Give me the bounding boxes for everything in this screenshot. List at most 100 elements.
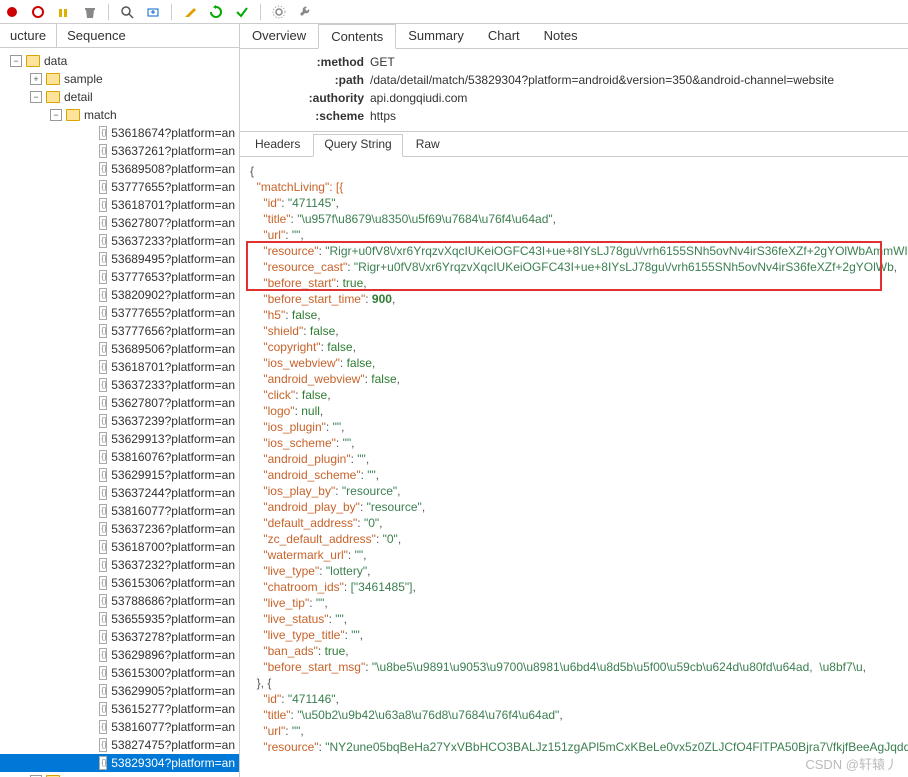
json-line: "android_play_by": "resource",: [250, 499, 898, 515]
settings-icon[interactable]: [271, 4, 287, 20]
tree-row[interactable]: 53689508?platform=an: [0, 160, 239, 178]
json-line: "android_plugin": "",: [250, 451, 898, 467]
summary-key: :authority: [240, 89, 370, 107]
tree-row[interactable]: 53829304?platform=an: [0, 754, 239, 772]
tree-row[interactable]: 53816077?platform=an: [0, 718, 239, 736]
tree-row[interactable]: 53629913?platform=an: [0, 430, 239, 448]
tab-chart[interactable]: Chart: [476, 24, 532, 48]
json-line: "ios_webview": false,: [250, 355, 898, 371]
summary-key: :path: [240, 71, 370, 89]
json-body[interactable]: { "matchLiving": [{ "id": "471145", "tit…: [240, 157, 908, 777]
check-icon[interactable]: [234, 4, 250, 20]
json-line: "matchLiving": [{: [250, 179, 898, 195]
tab-contents[interactable]: Contents: [318, 24, 396, 49]
tree-row[interactable]: 53618700?platform=an: [0, 538, 239, 556]
toolbar: [0, 0, 908, 24]
tree-row[interactable]: 53615300?platform=an: [0, 664, 239, 682]
json-line: "live_type_title": "",: [250, 627, 898, 643]
tree-row[interactable]: −match: [0, 106, 239, 124]
tab-sequence[interactable]: Sequence: [57, 24, 136, 47]
json-line: "android_webview": false,: [250, 371, 898, 387]
tab-structure[interactable]: ucture: [0, 24, 57, 47]
pause-icon[interactable]: [56, 4, 72, 20]
record-icon[interactable]: [4, 4, 20, 20]
tab-notes[interactable]: Notes: [532, 24, 590, 48]
summary-val: GET: [370, 53, 908, 71]
stop-icon[interactable]: [30, 4, 46, 20]
tree-row[interactable]: 53618701?platform=an: [0, 196, 239, 214]
json-line: "shield": false,: [250, 323, 898, 339]
json-line: "default_address": "0",: [250, 515, 898, 531]
json-line: "watermark_url": "",: [250, 547, 898, 563]
json-line: "resource": "Rigr+u0fV8\/xr6YrqzvXqcIUKe…: [250, 243, 898, 259]
tree[interactable]: −data+sample−detail−match53618674?platfo…: [0, 48, 239, 777]
clear-icon[interactable]: [82, 4, 98, 20]
json-line: "resource": "NY2une05bqBeHa27YxVBbHCO3BA…: [250, 739, 898, 755]
tree-row[interactable]: 53637278?platform=an: [0, 628, 239, 646]
json-line: "h5": false,: [250, 307, 898, 323]
json-line: "live_status": "",: [250, 611, 898, 627]
json-line: "title": "\u957f\u8679\u8350\u5f69\u7684…: [250, 211, 898, 227]
json-line: "ios_scheme": "",: [250, 435, 898, 451]
tree-row[interactable]: 53655935?platform=an: [0, 610, 239, 628]
resize-icon[interactable]: [145, 4, 161, 20]
tree-row[interactable]: 53788686?platform=an: [0, 592, 239, 610]
tree-row[interactable]: 53816076?platform=an: [0, 448, 239, 466]
tree-row[interactable]: +program: [0, 772, 239, 777]
tree-row[interactable]: 53629915?platform=an: [0, 466, 239, 484]
json-line: "click": false,: [250, 387, 898, 403]
summary-val: api.dongqiudi.com: [370, 89, 908, 107]
tree-row[interactable]: 53618701?platform=an: [0, 358, 239, 376]
tree-row[interactable]: 53689495?platform=an: [0, 250, 239, 268]
tree-row[interactable]: 53637261?platform=an: [0, 142, 239, 160]
tree-row[interactable]: 53615277?platform=an: [0, 700, 239, 718]
summary-val: /data/detail/match/53829304?platform=and…: [370, 71, 908, 89]
tree-row[interactable]: 53816077?platform=an: [0, 502, 239, 520]
tree-row[interactable]: 53820902?platform=an: [0, 286, 239, 304]
tree-row[interactable]: 53629896?platform=an: [0, 646, 239, 664]
json-line: "copyright": false,: [250, 339, 898, 355]
tree-row[interactable]: +sample: [0, 70, 239, 88]
subtab-query-string[interactable]: Query String: [313, 134, 402, 157]
edit-icon[interactable]: [182, 4, 198, 20]
tree-row[interactable]: 53637239?platform=an: [0, 412, 239, 430]
json-line: "zc_default_address": "0",: [250, 531, 898, 547]
request-summary: :methodGET:path/data/detail/match/538293…: [240, 49, 908, 132]
retry-icon[interactable]: [208, 4, 224, 20]
json-line: "ios_play_by": "resource",: [250, 483, 898, 499]
json-line: "before_start_msg": "\u8be5\u9891\u9053\…: [250, 659, 898, 675]
tab-summary[interactable]: Summary: [396, 24, 476, 48]
json-line: "chatroom_ids": ["3461485"],: [250, 579, 898, 595]
tree-row[interactable]: −data: [0, 52, 239, 70]
tree-row[interactable]: 53629905?platform=an: [0, 682, 239, 700]
summary-key: :scheme: [240, 107, 370, 125]
sub-tabs: HeadersQuery StringRaw: [240, 132, 908, 157]
tree-row[interactable]: 53777653?platform=an: [0, 268, 239, 286]
tree-row[interactable]: 53615306?platform=an: [0, 574, 239, 592]
json-line: "id": "471146",: [250, 691, 898, 707]
tree-row[interactable]: 53777656?platform=an: [0, 322, 239, 340]
tree-row[interactable]: 53637233?platform=an: [0, 232, 239, 250]
tree-row[interactable]: 53777655?platform=an: [0, 304, 239, 322]
tree-row[interactable]: 53689506?platform=an: [0, 340, 239, 358]
tree-row[interactable]: 53637244?platform=an: [0, 484, 239, 502]
tree-row[interactable]: 53618674?platform=an: [0, 124, 239, 142]
tab-overview[interactable]: Overview: [240, 24, 318, 48]
subtab-headers[interactable]: Headers: [244, 134, 311, 154]
subtab-raw[interactable]: Raw: [405, 134, 451, 154]
left-tabs: ucture Sequence: [0, 24, 239, 48]
tree-row[interactable]: 53777655?platform=an: [0, 178, 239, 196]
tree-row[interactable]: 53627807?platform=an: [0, 214, 239, 232]
wrench-icon[interactable]: [297, 4, 313, 20]
summary-val: https: [370, 107, 908, 125]
json-line: }, {: [250, 675, 898, 691]
tree-row[interactable]: 53637232?platform=an: [0, 556, 239, 574]
inspect-icon[interactable]: [119, 4, 135, 20]
tree-row[interactable]: 53637236?platform=an: [0, 520, 239, 538]
summary-key: :method: [240, 53, 370, 71]
tree-row[interactable]: 53637233?platform=an: [0, 376, 239, 394]
tree-row[interactable]: 53627807?platform=an: [0, 394, 239, 412]
left-pane: ucture Sequence −data+sample−detail−matc…: [0, 24, 240, 777]
tree-row[interactable]: −detail: [0, 88, 239, 106]
tree-row[interactable]: 53827475?platform=an: [0, 736, 239, 754]
